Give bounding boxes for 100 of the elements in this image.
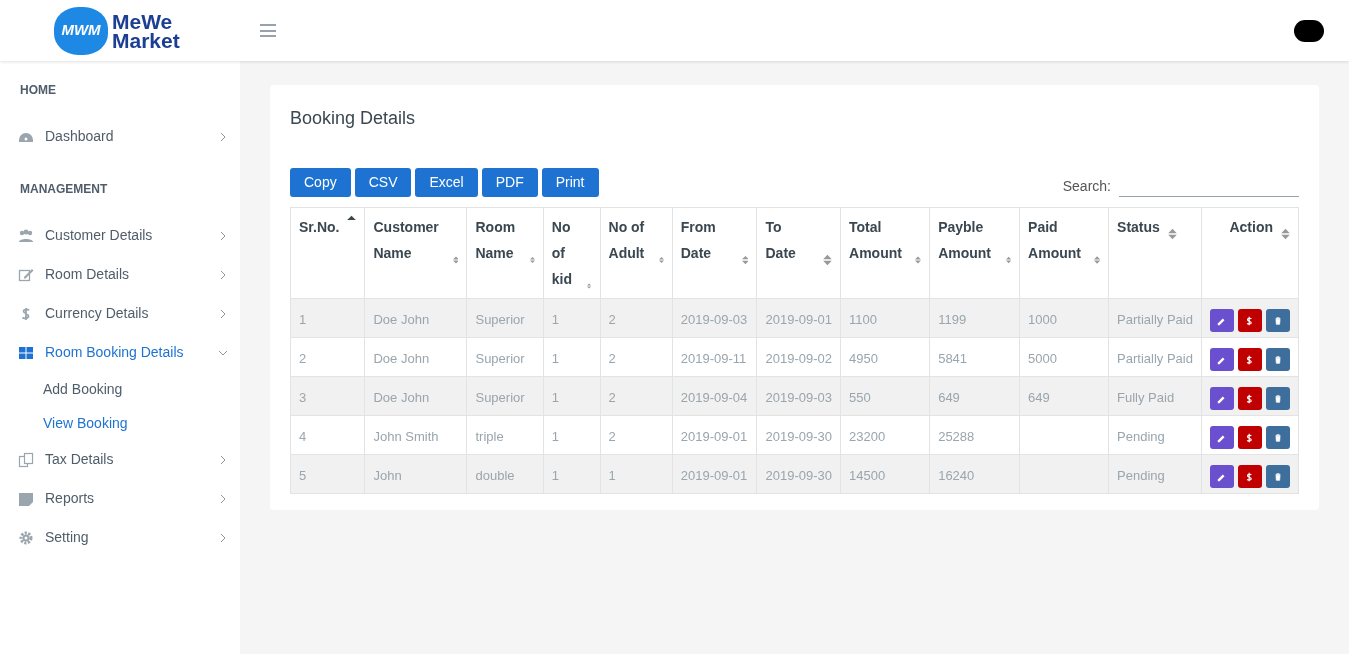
dollar-icon	[1245, 432, 1255, 443]
submenu-item[interactable]: Add Booking	[0, 372, 240, 406]
table-cell: 1	[551, 429, 559, 444]
table-cell: Superior	[475, 390, 525, 405]
table-cell: 1	[551, 390, 559, 405]
sidebar-item[interactable]: Dashboard	[0, 117, 240, 156]
column-header: Payble Amount	[938, 218, 993, 263]
settings-icon	[18, 529, 34, 546]
delete-button[interactable]	[1266, 465, 1290, 488]
sidebar-item[interactable]: Reports	[0, 479, 240, 518]
table-cell: Fully Paid	[1117, 390, 1175, 405]
export-button[interactable]: Copy	[290, 168, 351, 197]
trash-icon	[1273, 354, 1283, 365]
export-button[interactable]: PDF	[481, 168, 538, 197]
payment-button[interactable]	[1238, 465, 1262, 488]
section-heading: HOME	[19, 82, 57, 99]
table-cell: 1199	[938, 312, 967, 327]
table-cell: 3	[299, 390, 307, 405]
sidebar-item[interactable]: Room Details	[0, 255, 240, 294]
table-cell: Doe John	[373, 351, 430, 366]
submenu-item[interactable]: View Booking	[0, 406, 240, 440]
table-cell: Partially Paid	[1117, 351, 1193, 366]
table-cell: 1	[608, 468, 616, 483]
column-header: Paid Amount	[1028, 218, 1082, 263]
table-cell: 2	[299, 351, 307, 366]
export-button[interactable]: CSV	[354, 168, 412, 197]
table-cell: 2	[608, 390, 616, 405]
sidebar-item[interactable]: Tax Details	[0, 440, 240, 479]
section-heading: MANAGEMENT	[19, 181, 109, 198]
grid-icon	[18, 344, 34, 361]
table-cell: Superior	[475, 351, 525, 366]
edit-button[interactable]	[1210, 387, 1234, 410]
delete-button[interactable]	[1266, 348, 1290, 371]
table-cell: Doe John	[373, 390, 430, 405]
search-label: Search:	[1062, 176, 1111, 196]
delete-button[interactable]	[1266, 426, 1290, 449]
table-cell: John Smith	[373, 429, 439, 444]
column-header: Customer Name	[373, 218, 440, 263]
column-header: No of kid	[551, 218, 573, 289]
table-cell: 1	[299, 312, 307, 327]
edit-button[interactable]	[1210, 309, 1234, 332]
table-cell: 2019-09-30	[765, 429, 832, 444]
table-cell: 2	[608, 351, 616, 366]
table-cell: 2019-09-01	[765, 312, 832, 327]
table-cell: 2	[608, 429, 616, 444]
trash-icon	[1273, 432, 1283, 443]
table-cell: 23200	[849, 429, 886, 444]
table-cell: 1	[551, 468, 559, 483]
column-header: Action	[1229, 218, 1273, 237]
table-cell: 16240	[938, 468, 975, 483]
table-cell: 25288	[938, 429, 975, 444]
table-cell: 2019-09-01	[680, 429, 748, 444]
payment-button[interactable]	[1238, 348, 1262, 371]
table-cell: 2019-09-03	[680, 312, 748, 327]
card-title: Booking Details	[290, 107, 417, 130]
table-cell: 14500	[849, 468, 886, 483]
sidebar-item[interactable]: Room Booking Details	[0, 333, 240, 372]
menu-icon[interactable]	[260, 24, 276, 37]
trash-icon	[1273, 471, 1283, 482]
column-header: To Date	[765, 218, 797, 263]
avatar[interactable]	[1294, 19, 1324, 42]
delete-button[interactable]	[1266, 387, 1290, 410]
table-cell: 1	[551, 312, 559, 327]
table-cell: 550	[849, 390, 871, 405]
export-button[interactable]: Print	[541, 168, 599, 197]
trash-icon	[1273, 393, 1283, 404]
export-button[interactable]: Excel	[415, 168, 478, 197]
table-cell: Partially Paid	[1117, 312, 1193, 327]
sidebar-item[interactable]: Setting	[0, 518, 240, 557]
table-cell: Superior	[475, 312, 525, 327]
sidebar-item[interactable]: Customer Details	[0, 216, 240, 255]
table-cell: 5	[299, 468, 307, 483]
copy-icon	[18, 451, 34, 468]
logo-text: MeWe Market	[112, 11, 180, 50]
dollar-icon	[1245, 315, 1255, 326]
dollar-icon	[1245, 393, 1255, 404]
column-header: Status	[1117, 218, 1160, 237]
column-header: Room Name	[475, 218, 517, 263]
payment-button[interactable]	[1238, 426, 1262, 449]
table-cell: 5841	[938, 351, 968, 366]
sidebar-item[interactable]: Currency Details	[0, 294, 240, 333]
edit-button[interactable]	[1210, 348, 1234, 371]
table-cell: 649	[1028, 390, 1050, 405]
table-cell: triple	[475, 429, 504, 444]
table-cell: Doe John	[373, 312, 430, 327]
payment-button[interactable]	[1238, 309, 1262, 332]
edit-icon	[18, 266, 34, 283]
column-header: Total Amount	[849, 218, 903, 263]
table-cell: 1000	[1028, 312, 1057, 327]
table-cell: 4	[299, 429, 307, 444]
column-header: Sr.No.	[299, 218, 340, 237]
edit-button[interactable]	[1210, 465, 1234, 488]
table-cell: 2	[608, 312, 616, 327]
delete-button[interactable]	[1266, 309, 1290, 332]
table-cell: 2019-09-04	[680, 390, 748, 405]
dollar-icon	[1245, 354, 1255, 365]
edit-button[interactable]	[1210, 426, 1234, 449]
payment-button[interactable]	[1238, 387, 1262, 410]
logo-icon: MWM	[54, 6, 108, 55]
table-cell: double	[475, 468, 515, 483]
